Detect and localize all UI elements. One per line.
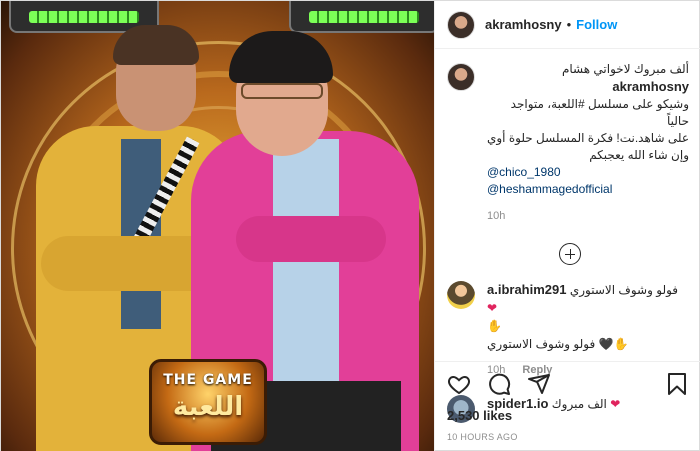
caption: ألف مبروك لاخواتي هشام akramhosny وشيكو …: [447, 61, 689, 225]
avatar[interactable]: [447, 10, 475, 39]
caption-time[interactable]: 10h: [487, 208, 689, 225]
caption-line: وشيكو على مسلسل #اللعبة، متواجد حالياً: [510, 97, 689, 128]
avatar[interactable]: [447, 63, 475, 91]
post-image[interactable]: THE GAME اللعبة: [1, 1, 434, 451]
avatar[interactable]: [447, 281, 475, 309]
caption-line: على شاهد.نت! فكرة المسلسل حلوة أوي: [486, 131, 689, 145]
emoji: 🖤✋: [598, 337, 629, 351]
logo-arabic: اللعبة: [172, 392, 244, 422]
follow-button[interactable]: Follow: [576, 17, 617, 32]
likes-count[interactable]: 2,530 likes: [447, 408, 689, 423]
heart-emoji: ❤: [487, 301, 498, 315]
header-username[interactable]: akramhosny: [485, 17, 562, 32]
logo-english: THE GAME: [163, 372, 253, 388]
heart-icon[interactable]: [447, 372, 471, 396]
separator-dot: •: [566, 17, 572, 32]
post-side-panel: akramhosny • Follow ألف مبروك لاخواتي هش…: [434, 1, 700, 451]
caption-line: ألف مبروك لاخواتي هشام akramhosny: [561, 62, 689, 94]
caption-line: وإن شاء الله يعجبكم: [589, 148, 689, 162]
comment-text: فولو وشوف الاستوري: [487, 337, 596, 351]
show-logo: THE GAME اللعبة: [149, 359, 267, 445]
mention-link[interactable]: @heshammagedofficial: [487, 181, 689, 198]
comment-icon[interactable]: [487, 372, 511, 396]
action-bar: 2,530 likes 10 HOURS AGO: [435, 361, 700, 442]
comment-text: فولو وشوف الاستوري: [569, 283, 679, 297]
comments-section: ألف مبروك لاخواتي هشام akramhosny وشيكو …: [435, 61, 700, 423]
caption-username[interactable]: akramhosny: [612, 79, 689, 94]
comment-username[interactable]: a.ibrahim291: [487, 282, 567, 297]
mention-link[interactable]: @chico_1980: [487, 164, 689, 181]
bookmark-icon[interactable]: [665, 372, 689, 396]
instagram-post: THE GAME اللعبة akramhosny • Follow ألف …: [0, 0, 700, 451]
post-timestamp[interactable]: 10 HOURS AGO: [447, 432, 689, 442]
hand-emoji: ✋: [487, 319, 502, 333]
load-more-icon[interactable]: [559, 243, 581, 265]
share-icon[interactable]: [527, 372, 551, 396]
post-header: akramhosny • Follow: [435, 1, 700, 49]
